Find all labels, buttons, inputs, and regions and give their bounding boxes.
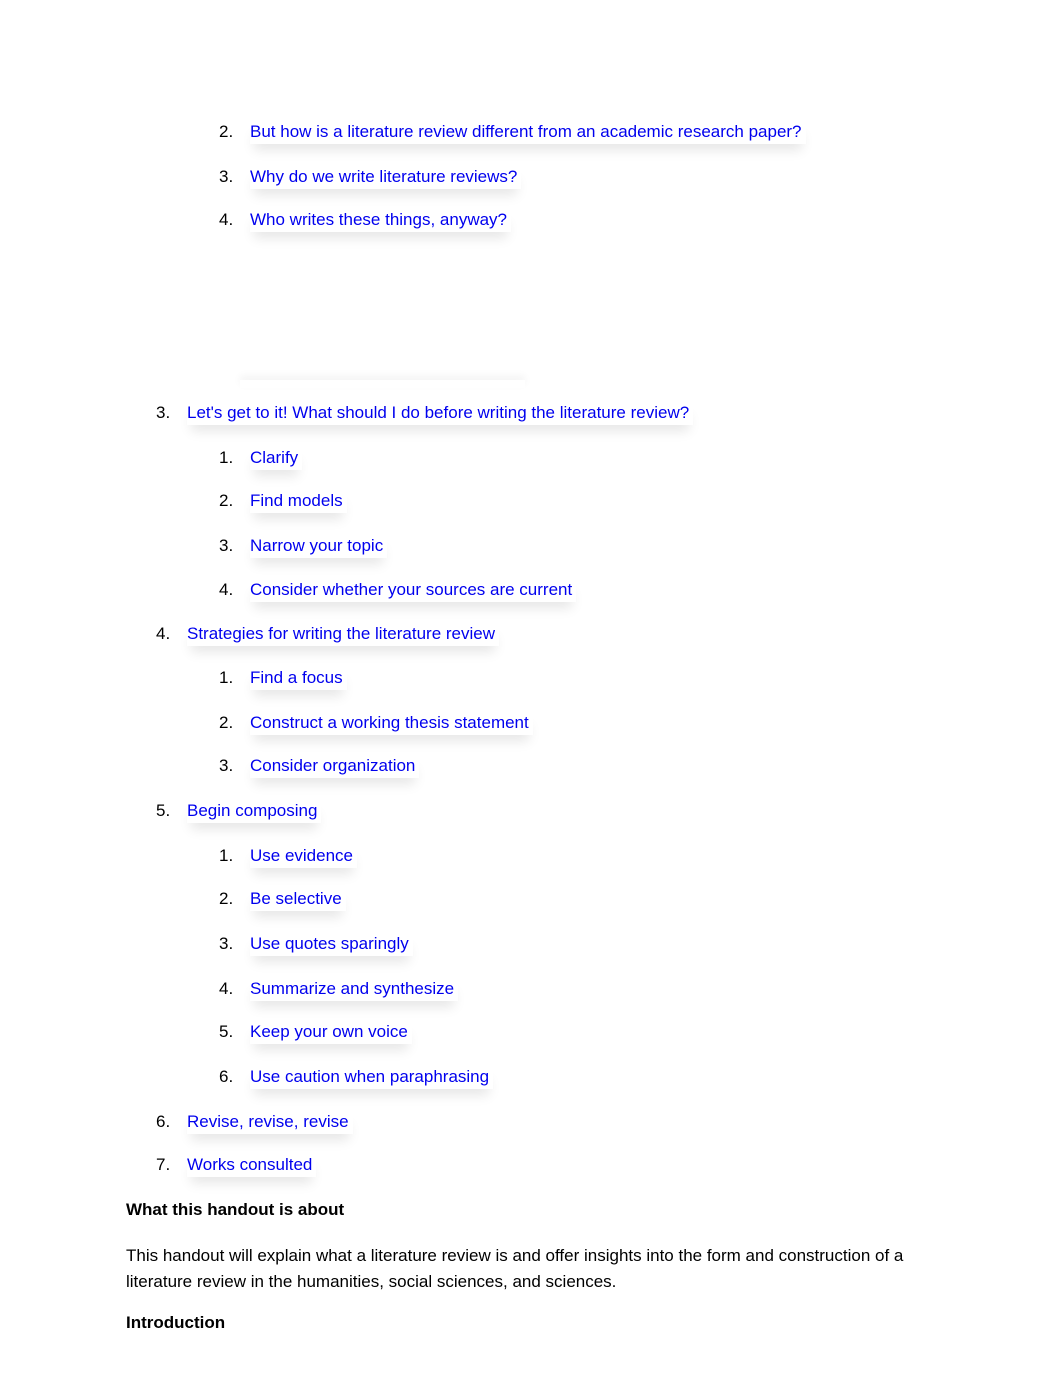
- toc-item-number: 5.: [156, 801, 171, 820]
- toc-link[interactable]: Construct a working thesis statement: [250, 711, 533, 735]
- toc-link[interactable]: Revise, revise, revise: [187, 1110, 353, 1134]
- section-paragraph: This handout will explain what a literat…: [126, 1246, 904, 1291]
- toc-link[interactable]: Use evidence: [250, 844, 357, 868]
- toc-link[interactable]: Let's get to it! What should I do before…: [187, 401, 693, 425]
- toc-item-number: 4.: [219, 979, 234, 998]
- toc-item-number: 6.: [219, 1067, 234, 1086]
- document-page: 2. But how is a literature review differe…: [0, 0, 1062, 1377]
- toc-item-number: 4.: [156, 624, 171, 643]
- toc-item-number: 3.: [219, 167, 234, 186]
- toc-item-number: 2.: [219, 491, 234, 510]
- toc-link[interactable]: Keep your own voice: [250, 1020, 412, 1044]
- toc-item-number: 2.: [219, 889, 234, 908]
- toc-link[interactable]: Find models: [250, 489, 347, 513]
- toc-link[interactable]: But how is a literature review different…: [250, 120, 806, 144]
- toc-link[interactable]: Summarize and synthesize: [250, 977, 458, 1001]
- toc-item-number: 2.: [219, 122, 234, 141]
- toc-link[interactable]: Consider organization: [250, 754, 419, 778]
- toc-link[interactable]: Find a focus: [250, 666, 347, 690]
- toc-item-number: 7.: [156, 1155, 171, 1174]
- toc-link[interactable]: Strategies for writing the literature re…: [187, 622, 499, 646]
- toc-item-number: 2.: [219, 713, 234, 732]
- toc-link[interactable]: Begin composing: [187, 799, 321, 823]
- toc-item-number: 4.: [219, 210, 234, 229]
- toc-item-number: 3.: [219, 934, 234, 953]
- toc-item-number: 4.: [219, 580, 234, 599]
- toc-link[interactable]: Clarify: [250, 446, 302, 470]
- toc-link[interactable]: Who writes these things, anyway?: [250, 208, 511, 232]
- toc-item-number: 1.: [219, 448, 234, 467]
- toc-item-number: 3.: [219, 536, 234, 555]
- toc-link[interactable]: Narrow your topic: [250, 534, 387, 558]
- toc-item-number: 1.: [219, 846, 234, 865]
- toc-link[interactable]: Why do we write literature reviews?: [250, 165, 521, 189]
- toc-item-number: 6.: [156, 1112, 171, 1131]
- toc-link[interactable]: Use caution when paraphrasing: [250, 1065, 493, 1089]
- toc-item-number: 1.: [219, 668, 234, 687]
- toc-link[interactable]: Consider whether your sources are curren…: [250, 578, 576, 602]
- toc-item-number: 3.: [219, 756, 234, 775]
- toc-link[interactable]: Works consulted: [187, 1153, 316, 1177]
- toc-link[interactable]: Use quotes sparingly: [250, 932, 413, 956]
- toc-item-number: 3.: [156, 403, 171, 422]
- toc-link[interactable]: Be selective: [250, 887, 346, 911]
- link-shadow-remnant: [240, 380, 525, 388]
- section-heading: Introduction: [126, 1313, 226, 1332]
- section-heading: What this handout is about: [126, 1200, 345, 1219]
- toc-item-number: 5.: [219, 1022, 234, 1041]
